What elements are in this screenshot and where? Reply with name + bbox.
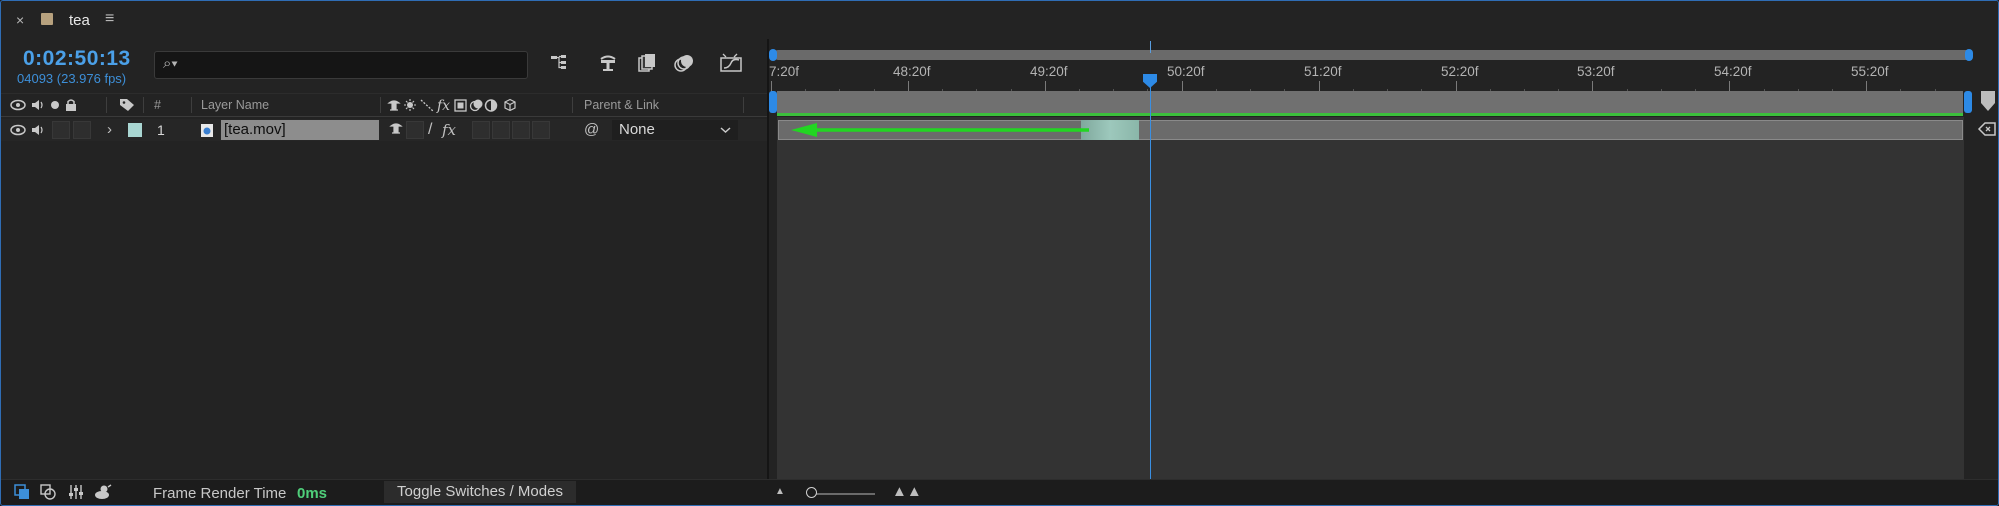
layer-switches-icon[interactable]: [39, 483, 57, 505]
ruler-label: 49:20f: [1030, 64, 1068, 79]
work-area-start-handle[interactable]: [769, 91, 777, 113]
time-navigator[interactable]: [773, 50, 1973, 60]
motion-blur-switch[interactable]: [492, 121, 510, 139]
graph-editor-icon[interactable]: [719, 53, 743, 75]
ruler-label: 54:20f: [1714, 64, 1752, 79]
layer-name-header[interactable]: Layer Name: [201, 98, 269, 112]
navigator-end-handle[interactable]: [1965, 49, 1973, 61]
green-arrow-annotation: [791, 123, 1089, 137]
composition-flowchart-icon[interactable]: [548, 53, 572, 75]
ruler-label: 48:20f: [893, 64, 931, 79]
expand-chevron-icon[interactable]: ›: [107, 121, 112, 138]
av-features-header[interactable]: [10, 98, 88, 115]
cache-indicator: [777, 113, 1963, 116]
svg-text:fx: fx: [436, 98, 450, 113]
draft-3d-icon[interactable]: [596, 53, 620, 75]
collapse-switch[interactable]: [406, 121, 424, 139]
quality-switch-icon[interactable]: /: [428, 121, 432, 139]
adjustment-layer-switch[interactable]: [512, 121, 530, 139]
playhead-navigator-marker: [1150, 41, 1151, 53]
tag-icon[interactable]: [119, 98, 135, 115]
ruler-label: 52:20f: [1441, 64, 1479, 79]
tab-title[interactable]: tea: [69, 12, 90, 29]
audio-speaker-icon[interactable]: [31, 123, 47, 142]
video-eye-icon[interactable]: [10, 123, 26, 142]
frame-blending-icon[interactable]: [635, 53, 659, 75]
zoom-in-icon[interactable]: ▲▲: [892, 483, 922, 500]
zoom-slider-track[interactable]: [809, 493, 875, 495]
ruler-label: 53:20f: [1577, 64, 1615, 79]
chevron-down-icon: [720, 120, 731, 147]
lock-toggle[interactable]: [73, 121, 91, 139]
3d-layer-switch[interactable]: [532, 121, 550, 139]
frame-render-time-label: Frame Render Time: [153, 485, 287, 502]
solo-toggle[interactable]: [52, 121, 70, 139]
effects-switch-icon[interactable]: fx: [442, 121, 456, 139]
layer-number-header: #: [154, 98, 161, 112]
layer-panel: 0:02:50:13 04093 (23.976 fps) ⌕▾ # Layer…: [1, 39, 767, 479]
zoom-out-icon[interactable]: ▲: [775, 486, 785, 497]
layer-column-headers: # Layer Name fx Parent & Link: [1, 93, 767, 117]
playhead-line: [1150, 83, 1151, 479]
layer-number: 1: [157, 122, 165, 138]
timeline-area: 7:20f 48:20f 49:20f 50:20f 51:20f 52:20f…: [769, 39, 1998, 479]
ruler-label: 51:20f: [1304, 64, 1342, 79]
frame-count-fps: 04093 (23.976 fps): [17, 71, 127, 86]
pickwhip-icon[interactable]: @: [584, 121, 599, 138]
parent-link-header: Parent & Link: [584, 98, 660, 112]
switches-header[interactable]: fx: [387, 98, 557, 116]
frame-render-time-value: 0ms: [297, 485, 328, 502]
parent-dropdown[interactable]: None: [612, 120, 738, 140]
panel-menu-icon[interactable]: ≡: [105, 10, 114, 28]
timeline-panel: × tea ≡ 0:02:50:13 04093 (23.976 fps) ⌕▾: [0, 0, 1999, 506]
parent-value: None: [619, 121, 655, 138]
timeline-right-gutter: [1974, 91, 1998, 151]
motion-blur-icon[interactable]: [672, 53, 696, 75]
comp-marker-bin-icon[interactable]: [1981, 91, 1995, 111]
zoom-slider-knob[interactable]: [806, 487, 817, 498]
layer-name-field[interactable]: [tea.mov]: [221, 120, 379, 140]
work-area-bar[interactable]: [777, 91, 1963, 113]
comp-button-icon[interactable]: [1977, 121, 1997, 141]
track-area[interactable]: [777, 117, 1964, 479]
search-icon: ⌕▾: [163, 55, 178, 72]
comp-mini-flowchart-icon[interactable]: [13, 483, 31, 505]
tab-bar: × tea ≡: [1, 1, 1998, 39]
frame-blend-switch[interactable]: [472, 121, 490, 139]
toggle-switches-modes-button[interactable]: Toggle Switches / Modes: [384, 481, 576, 503]
bottom-bar: Frame Render Time 0ms Toggle Switches / …: [1, 479, 1998, 505]
transfer-controls-icon[interactable]: [67, 483, 85, 505]
ruler-label: 50:20f: [1167, 64, 1205, 79]
shy-switch-icon[interactable]: [389, 121, 403, 138]
work-area-end-handle[interactable]: [1964, 91, 1972, 113]
current-time-display[interactable]: 0:02:50:13: [23, 47, 131, 71]
footage-icon: [200, 123, 214, 143]
close-tab-icon[interactable]: ×: [16, 12, 24, 28]
ruler-label: 7:20f: [769, 64, 800, 79]
ruler-label: 55:20f: [1851, 64, 1889, 79]
layer-label-color[interactable]: [128, 123, 142, 137]
navigator-start-handle[interactable]: [769, 49, 777, 61]
layer-row[interactable]: › 1 [tea.mov] / fx @ None: [1, 119, 767, 141]
layer-search-input[interactable]: ⌕▾: [154, 51, 528, 79]
in-out-duration-icon[interactable]: [93, 483, 113, 505]
composition-color-swatch: [41, 13, 53, 25]
